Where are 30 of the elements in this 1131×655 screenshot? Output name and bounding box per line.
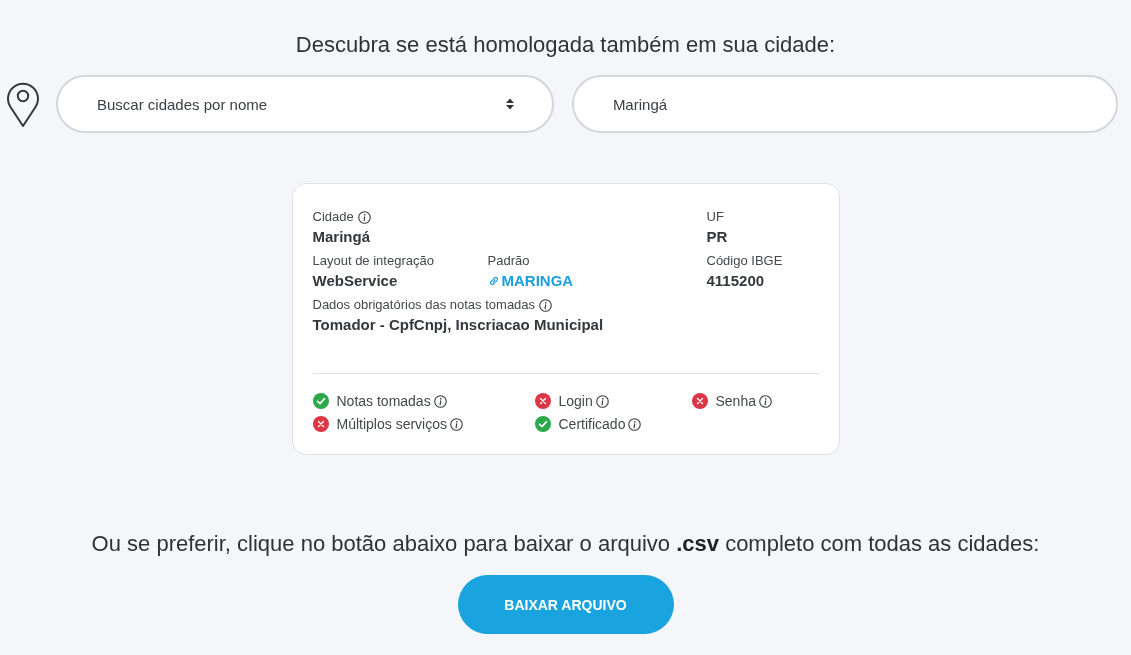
- field-value: Maringá: [312, 227, 370, 247]
- field-label: Padrão: [487, 252, 530, 270]
- capability-label: Notas tomadas: [336, 392, 431, 410]
- field-label: Código IBGE: [706, 252, 783, 270]
- field-label: Cidade: [312, 208, 354, 226]
- field-value: Tomador - CpfCnpj, Inscriacao Municipal: [312, 315, 604, 335]
- field-value: PR: [706, 227, 728, 247]
- field-label: UF: [706, 208, 724, 226]
- info-icon: [628, 417, 642, 431]
- sort-arrows-icon: [505, 98, 514, 110]
- city-select[interactable]: Buscar cidades por nome: [56, 75, 554, 133]
- capability-label: Múltiplos serviços: [336, 415, 447, 433]
- field-label: Dados obrigatórios das notas tomadas: [312, 296, 536, 314]
- link-icon: [487, 275, 500, 287]
- search-field[interactable]: Maringá: [571, 75, 1118, 133]
- map-pin-icon: [6, 80, 40, 128]
- info-icon: [759, 394, 772, 408]
- field-value: WebService: [312, 271, 398, 291]
- capability-label: Login: [558, 392, 593, 410]
- field-value: 4115200: [706, 271, 765, 291]
- capability-label: Certificado: [558, 415, 626, 433]
- info-icon: [595, 394, 609, 408]
- info-icon: [357, 210, 371, 224]
- info-icon: [450, 417, 463, 431]
- field-label: Layout de integração: [312, 252, 434, 270]
- info-icon: [433, 394, 447, 408]
- info-icon: [539, 298, 553, 312]
- capability-label: Senha: [715, 392, 756, 410]
- heading: Descubra se está homologada também em sua cidade:: [295, 31, 836, 59]
- csv-note: Ou se preferir, clique no botão abaixo para baixar o arquivo .csv completo com todas as cidades:: [91, 530, 1040, 558]
